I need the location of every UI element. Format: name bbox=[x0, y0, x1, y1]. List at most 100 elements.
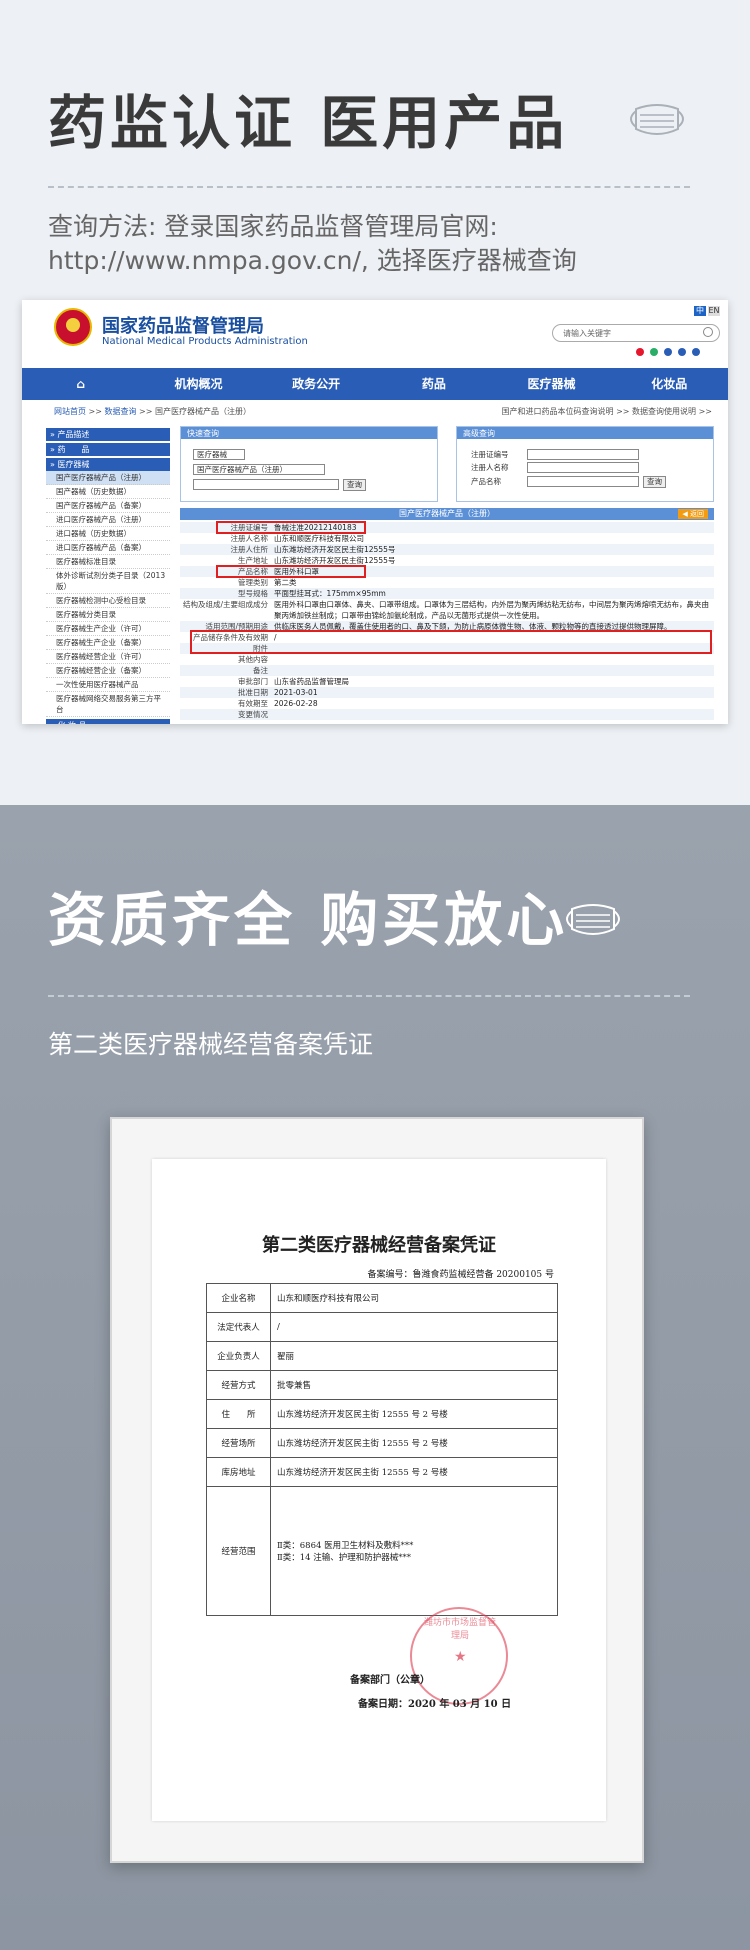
highlight-cert-no bbox=[216, 521, 366, 534]
cert-row: 库房地址 山东潍坊经济开发区民主街 12555 号 2 号楼 bbox=[207, 1458, 557, 1487]
mobile-icon[interactable] bbox=[664, 348, 672, 356]
sidebar-section[interactable]: » 化 妆 品 bbox=[46, 719, 170, 724]
section1-heading: 药监认证 医用产品 bbox=[48, 89, 569, 157]
sidebar-item[interactable]: 国产医疗器械产品（注册） bbox=[46, 471, 170, 485]
quick-query-button[interactable]: 查询 bbox=[343, 479, 366, 491]
row-value bbox=[272, 665, 714, 676]
sidebar-item[interactable]: 医疗器械标准目录 bbox=[46, 555, 170, 569]
table-row: 有效期至 2026-02-28 bbox=[180, 698, 714, 709]
cert-number: 备案编号：鲁潍食药监械经营备 20200105 号 bbox=[367, 1270, 554, 1280]
row-value: 山东和顺医疗科技有限公司 bbox=[274, 534, 364, 543]
sidebar-item[interactable]: 一次性使用医疗器械产品 bbox=[46, 678, 170, 692]
sidebar-item[interactable]: 国产器械（历史数据） bbox=[46, 485, 170, 499]
cert-no-input[interactable] bbox=[527, 449, 639, 460]
row-value: 平面型挂耳式：175mm×95mm bbox=[274, 589, 386, 598]
sidebar-item[interactable]: 进口医疗器械产品（注册） bbox=[46, 513, 170, 527]
sidebar-section[interactable]: » 产品描述 bbox=[46, 428, 170, 441]
site-search-input[interactable]: 请输入关键字 bbox=[552, 324, 720, 342]
sidebar-item[interactable]: 国产医疗器械产品（备案） bbox=[46, 499, 170, 513]
cert-key: 库房地址 bbox=[207, 1458, 271, 1486]
cert-scope: Ⅱ类：6864 医用卫生材料及敷料*** Ⅱ类：14 注输、护理和防护器械*** bbox=[271, 1487, 557, 1615]
product-name-input[interactable] bbox=[527, 476, 639, 487]
quick-query-input[interactable] bbox=[193, 479, 339, 490]
mask-icon bbox=[630, 104, 684, 135]
certificate-frame: 第二类医疗器械经营备案凭证 备案编号：鲁潍食药监械经营备 20200105 号 … bbox=[110, 1117, 644, 1863]
category-select[interactable]: 医疗器械 bbox=[193, 449, 245, 460]
accessibility-icon[interactable] bbox=[678, 348, 686, 356]
search-placeholder: 请输入关键字 bbox=[563, 329, 611, 338]
table-row: 型号规格 平面型挂耳式：175mm×95mm bbox=[180, 588, 714, 599]
sidebar-item[interactable]: 医疗器械生产企业（备案） bbox=[46, 636, 170, 650]
sidebar-item[interactable]: 医疗器械检测中心受检目录 bbox=[46, 594, 170, 608]
row-value bbox=[272, 709, 714, 720]
cert-dept: 备案部门（公章） bbox=[350, 1675, 430, 1686]
nav-cosmetics[interactable]: 化妆品 bbox=[610, 368, 728, 400]
nav-devices[interactable]: 医疗器械 bbox=[493, 368, 611, 400]
row-key: 批准日期 bbox=[238, 688, 268, 697]
search-icon[interactable] bbox=[703, 327, 713, 337]
lang-en[interactable]: EN bbox=[708, 306, 720, 316]
wechat-icon[interactable] bbox=[650, 348, 658, 356]
back-button[interactable]: ◀ 返回 bbox=[678, 509, 708, 519]
sidebar-item[interactable]: 医疗器械经营企业（许可） bbox=[46, 650, 170, 664]
sidebar-item[interactable]: 体外诊断试剂分类子目录（2013版） bbox=[46, 569, 170, 594]
sidebar: » 产品描述 » 药 品 » 医疗器械 国产医疗器械产品（注册） 国产器械（历史数据）国… bbox=[46, 426, 170, 724]
row-key: 注册人住所 bbox=[230, 545, 269, 554]
crumb-home[interactable]: 网站首页 bbox=[54, 407, 86, 416]
cert-key: 企业负责人 bbox=[207, 1342, 271, 1370]
user-icon[interactable] bbox=[692, 348, 700, 356]
scope-line: Ⅱ类：6864 医用卫生材料及敷料*** bbox=[277, 1541, 414, 1551]
cert-row: 经营场所 山东潍坊经济开发区民主街 12555 号 2 号楼 bbox=[207, 1429, 557, 1458]
cert-key: 经营场所 bbox=[207, 1429, 271, 1457]
nav-drugs[interactable]: 药品 bbox=[375, 368, 493, 400]
table-row: 注册人名称 山东和顺医疗科技有限公司 bbox=[180, 533, 714, 544]
nav-gov[interactable]: 政务公开 bbox=[257, 368, 375, 400]
nav-about[interactable]: 机构概况 bbox=[140, 368, 258, 400]
row-key: 变更情况 bbox=[238, 710, 268, 719]
highlight-intended-use bbox=[190, 630, 712, 654]
cert-row: 企业名称 山东和顺医疗科技有限公司 bbox=[207, 1284, 557, 1313]
cert-value: 山东和顺医疗科技有限公司 bbox=[277, 1294, 380, 1304]
query-method: 查询方法: 登录国家药品监督管理局官网: http://www.nmpa.gov… bbox=[48, 210, 577, 278]
cert-value: 山东潍坊经济开发区民主街 12555 号 2 号楼 bbox=[277, 1439, 448, 1449]
sidebar-section[interactable]: » 医疗器械 bbox=[46, 458, 170, 471]
cert-row-scope: 经营范围 Ⅱ类：6864 医用卫生材料及敷料*** Ⅱ类：14 注输、护理和防护器械… bbox=[207, 1487, 557, 1615]
query-method-line2: http://www.nmpa.gov.cn/, 选择医疗器械查询 bbox=[48, 246, 577, 275]
table-row: 管理类别 第二类 bbox=[180, 577, 714, 588]
cert-row: 住 所山东潍坊经济开发区民主街 12555 号 2 号楼 bbox=[207, 1400, 557, 1429]
cert-row: 企业负责人 翟丽 bbox=[207, 1342, 557, 1371]
lang-cn[interactable]: 中 bbox=[694, 306, 706, 316]
sidebar-item[interactable]: 进口医疗器械产品（备案） bbox=[46, 541, 170, 555]
sidebar-item[interactable]: 医疗器械生产企业（许可） bbox=[46, 622, 170, 636]
sidebar-item[interactable]: 医疗器械网络交易服务第三方平台 bbox=[46, 692, 170, 717]
advanced-query-button[interactable]: 查询 bbox=[643, 476, 666, 488]
quick-query-title: 快速查询 bbox=[181, 427, 437, 439]
row-key: 型号规格 bbox=[238, 589, 268, 598]
site-name-en: National Medical Products Administration bbox=[102, 336, 308, 347]
cert-title: 第二类医疗器械经营备案凭证 bbox=[262, 1235, 496, 1256]
sidebar-section[interactable]: » 药 品 bbox=[46, 443, 170, 456]
nav-home[interactable]: ⌂ bbox=[22, 368, 140, 400]
weibo-icon[interactable] bbox=[636, 348, 644, 356]
row-key: 管理类别 bbox=[238, 578, 268, 587]
registrant-input[interactable] bbox=[527, 462, 639, 473]
cert-value: 山东潍坊经济开发区民主街 12555 号 2 号楼 bbox=[277, 1410, 448, 1420]
breadcrumb-right-links[interactable]: 国产和进口药品本位码查询说明 >> 数据查询使用说明 >> bbox=[502, 406, 712, 417]
sidebar-item[interactable]: 医疗器械经营企业（备案） bbox=[46, 664, 170, 678]
row-value: 山东省药品监督管理局 bbox=[274, 677, 349, 686]
sidebar-item[interactable]: 进口器械（历史数据） bbox=[46, 527, 170, 541]
cert-date: 备案日期：2020 年 03 月 10 日 bbox=[358, 1699, 512, 1710]
scope-line: Ⅱ类：14 注输、护理和防护器械*** bbox=[277, 1553, 412, 1563]
social-icons bbox=[636, 348, 700, 356]
cert-key: 经营范围 bbox=[207, 1487, 271, 1615]
database-select[interactable]: 国产医疗器械产品（注册） bbox=[193, 464, 325, 475]
cert-key: 法定代表人 bbox=[207, 1313, 271, 1341]
query-method-line1: 查询方法: 登录国家药品监督管理局官网: bbox=[48, 212, 498, 241]
main-nav: ⌂ 机构概况 政务公开 药品 医疗器械 化妆品 bbox=[22, 368, 728, 400]
crumb-data[interactable]: 数据查询 bbox=[105, 407, 137, 416]
field-label-cert-no: 注册证编号 bbox=[471, 450, 509, 459]
sidebar-item[interactable]: 医疗器械分类目录 bbox=[46, 608, 170, 622]
row-key: 有效期至 bbox=[238, 699, 268, 708]
table-row: 注册人住所 山东潍坊经济开发区民主街12555号 bbox=[180, 544, 714, 555]
row-key: 结构及组成/主要组成成分 bbox=[182, 600, 268, 609]
